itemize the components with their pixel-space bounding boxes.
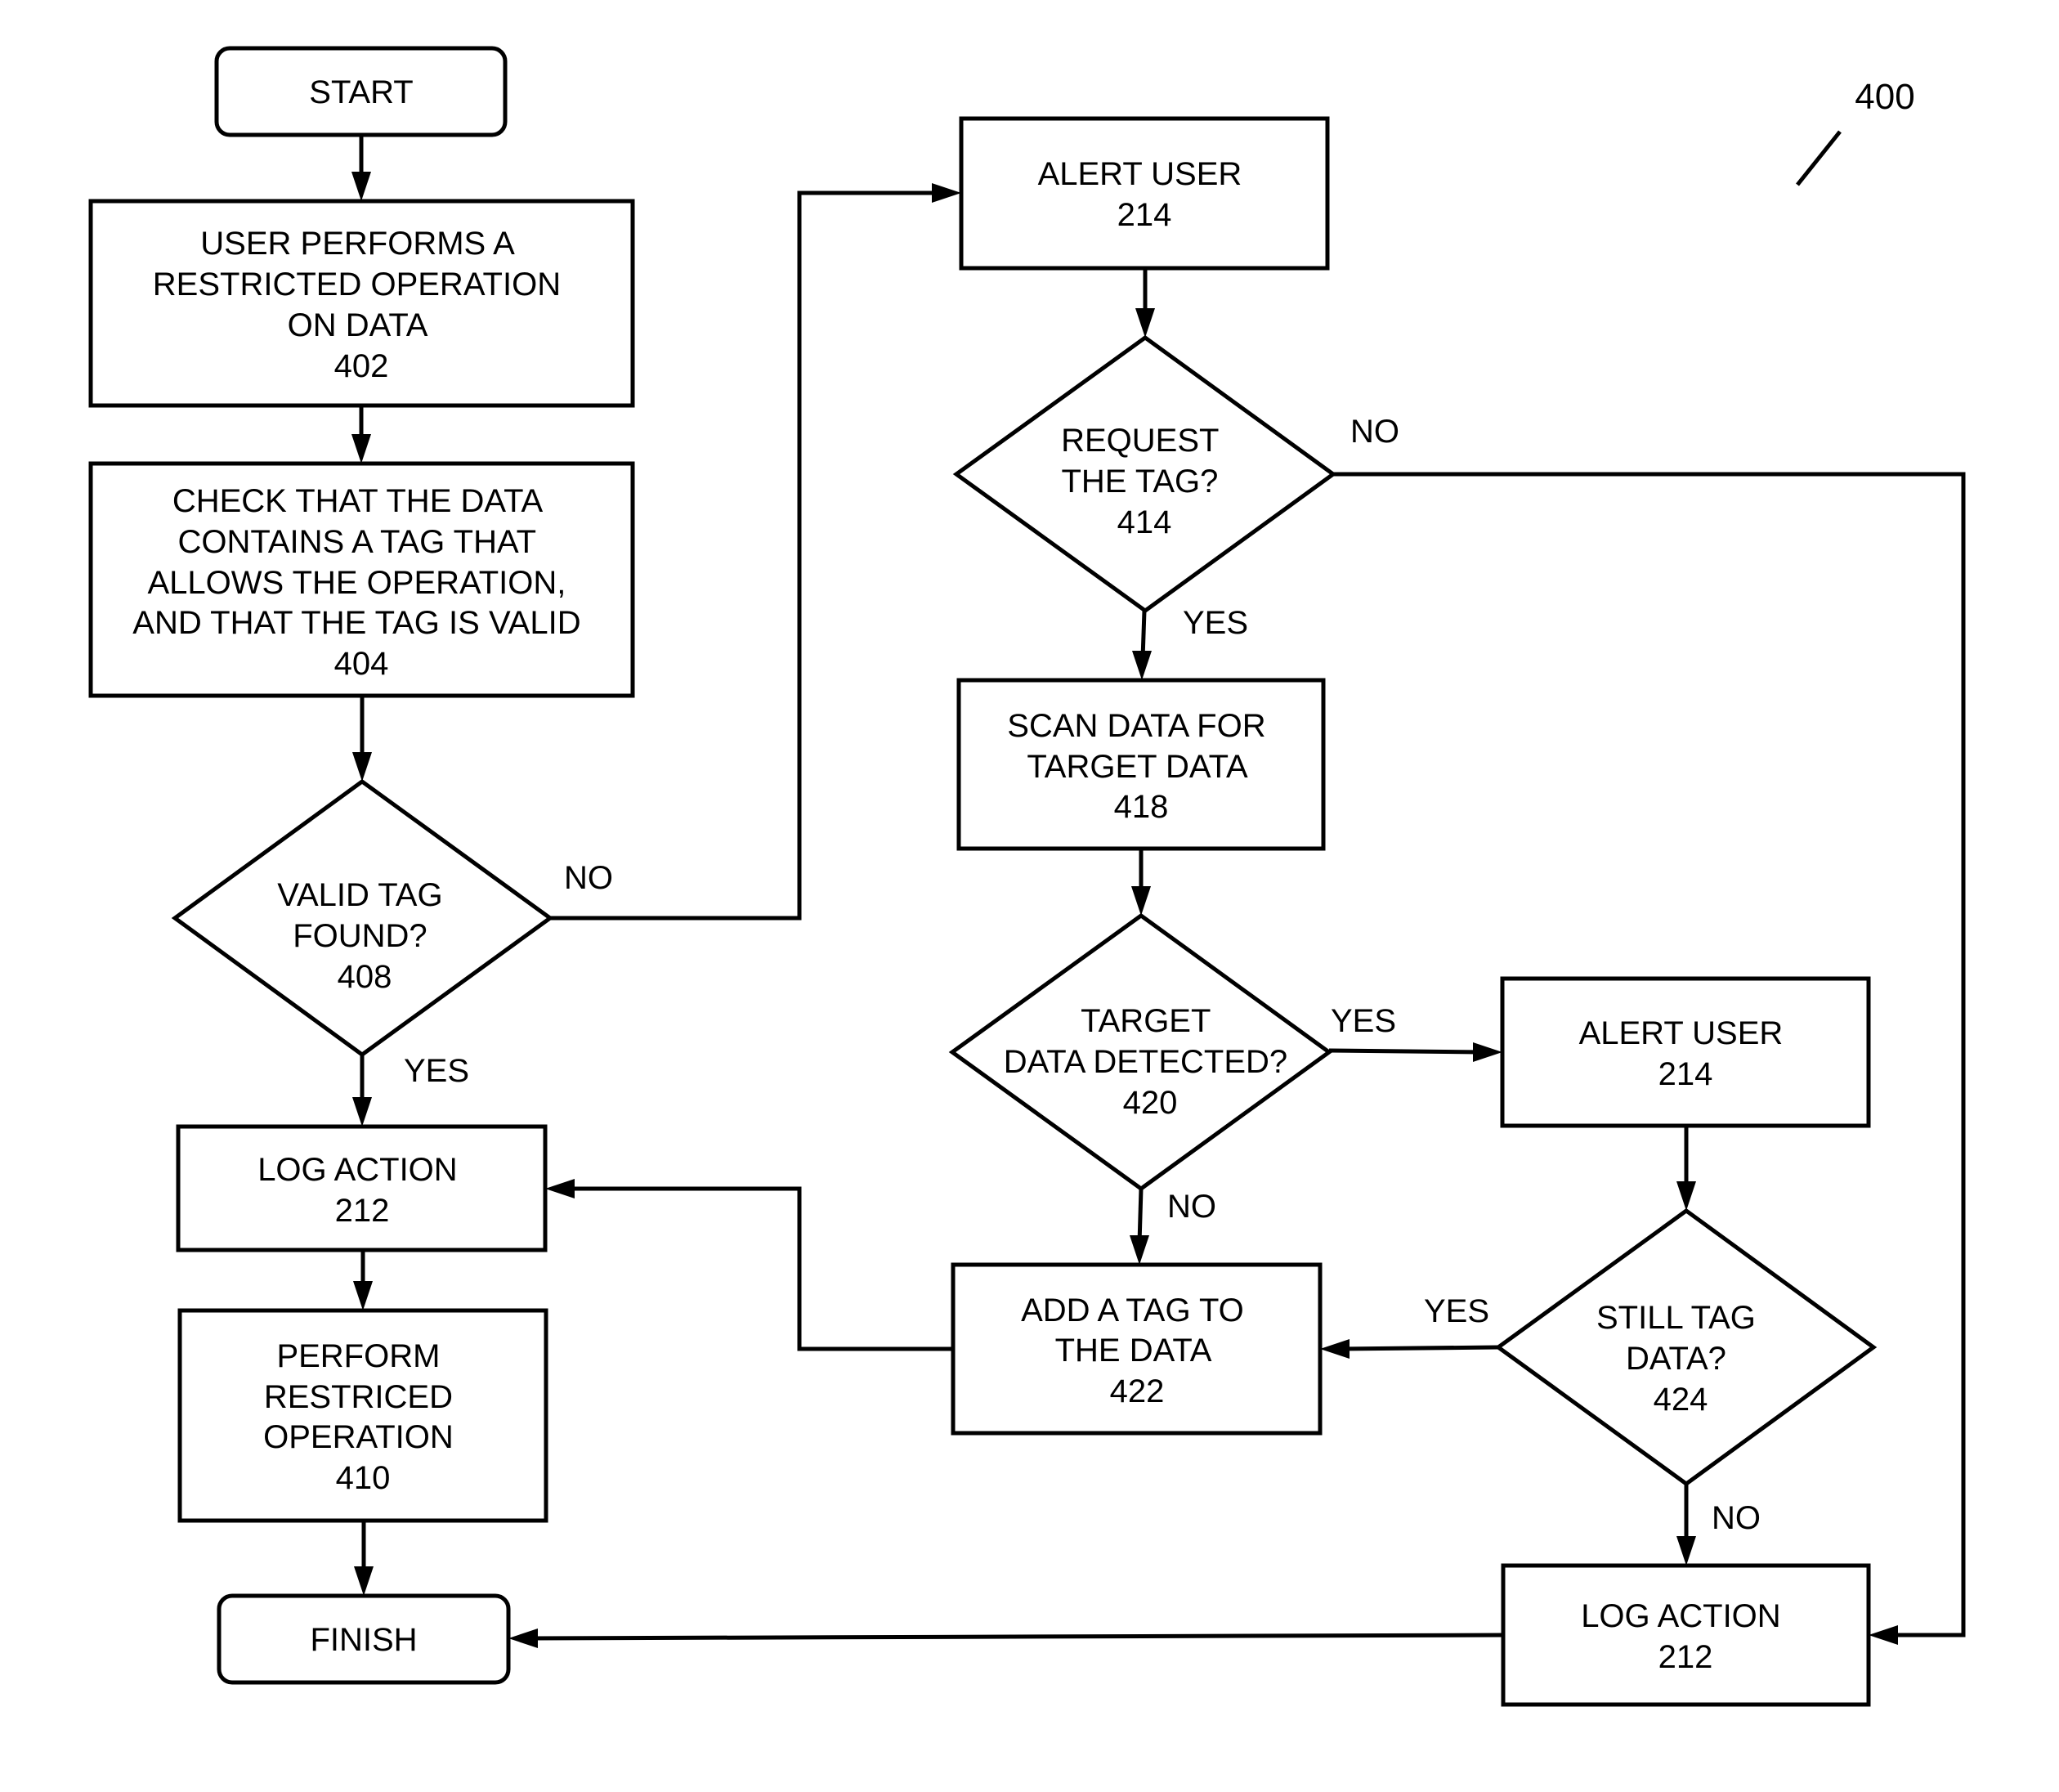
edge-label-420-no: NO: [1167, 1189, 1216, 1225]
connector-212-to-finish: [529, 1633, 1504, 1641]
process-box: [176, 1124, 548, 1252]
node-212-right: LOG ACTION 212: [1501, 1563, 1871, 1707]
node-finish: FINISH: [217, 1593, 511, 1685]
node-404: CHECK THAT THE DATA CONTAINS A TAG THAT …: [88, 461, 635, 698]
node-214-top: ALERT USER 214: [959, 116, 1330, 271]
connector-420-yes-to-214: [1328, 1048, 1482, 1055]
arrowhead-left: [1320, 1339, 1350, 1359]
arrowhead-down: [1676, 1536, 1696, 1566]
connector-420-no-to-422: [1137, 1188, 1144, 1244]
node-424: STILL TAG DATA? 424: [1494, 1207, 1878, 1487]
node-start: START: [214, 46, 508, 137]
arrowhead-down: [1130, 1235, 1149, 1265]
node-408: VALID TAG FOUND? 408: [171, 778, 554, 1058]
svg-text:FINISH: FINISH: [310, 1622, 417, 1658]
arrowhead-down: [354, 1566, 374, 1596]
process-box: [1501, 1563, 1871, 1707]
arrowhead-left: [545, 1179, 575, 1198]
figure-reference: 400: [1796, 77, 1915, 186]
arrowhead-right: [1473, 1042, 1502, 1062]
node-402: USER PERFORMS A RESTRICTED OPERATION ON …: [88, 199, 635, 408]
arrowhead-down: [352, 1097, 372, 1127]
arrowhead-down: [1676, 1181, 1696, 1211]
arrowhead-right: [932, 183, 961, 203]
edge-label-408-yes: YES: [404, 1053, 469, 1089]
arrowhead-down: [1132, 651, 1152, 680]
node-410: PERFORM RESTRICED OPERATION 410: [177, 1308, 548, 1523]
process-box: [1500, 976, 1871, 1128]
arrowhead-down: [351, 434, 371, 464]
edge-label-420-yes: YES: [1331, 1003, 1396, 1039]
edge-label-414-yes: YES: [1183, 605, 1248, 641]
arrowhead-down: [1131, 886, 1151, 916]
arrowhead-down: [352, 752, 372, 782]
connector-424-yes-to-422: [1341, 1345, 1499, 1351]
reference-leader-line: [1796, 130, 1842, 186]
flowchart-400: .ah { fill: #000; stroke: none; } START …: [88, 46, 1966, 1707]
node-414: REQUEST THE TAG? 414: [952, 334, 1337, 614]
arrowhead-down: [1135, 308, 1155, 338]
node-418: SCAN DATA FOR TARGET DATA 418: [956, 678, 1326, 851]
node-420: TARGET DATA DETECTED? 420: [948, 912, 1333, 1192]
svg-text:START: START: [309, 74, 413, 110]
figure-number: 400: [1855, 77, 1914, 117]
arrowhead-down: [351, 172, 371, 201]
arrowhead-down: [353, 1281, 373, 1310]
node-text-line: START: [309, 74, 413, 110]
arrowhead-left: [508, 1628, 538, 1648]
edge-label-408-no: NO: [564, 860, 613, 896]
edge-label-414-no: NO: [1350, 414, 1399, 450]
process-box: [959, 116, 1330, 271]
node-422: ADD A TAG TO THE DATA 422: [951, 1262, 1323, 1436]
node-212-left: LOG ACTION 212: [176, 1124, 548, 1252]
arrowhead-left: [1869, 1625, 1898, 1645]
connector-422-to-212: [566, 1186, 953, 1351]
node-214-right: ALERT USER 214: [1500, 976, 1871, 1128]
edge-label-424-yes: YES: [1424, 1293, 1489, 1329]
edge-label-424-no: NO: [1712, 1500, 1761, 1536]
node-text-line: FINISH: [310, 1622, 417, 1658]
